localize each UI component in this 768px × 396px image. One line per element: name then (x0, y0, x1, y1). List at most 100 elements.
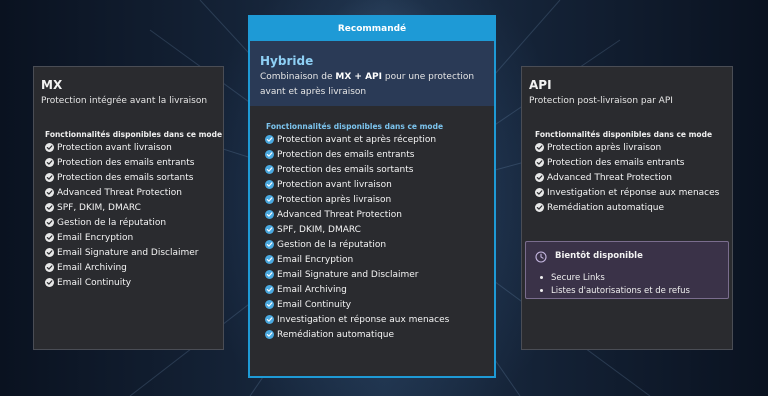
feature-label: Protection des emails entrants (277, 149, 415, 160)
feature-label: SPF, DKIM, DMARC (57, 202, 141, 213)
feature-item: Protection des emails entrants (45, 155, 199, 170)
check-circle-icon (45, 173, 54, 182)
check-circle-icon (535, 143, 544, 152)
feature-item: Protection après livraison (265, 192, 449, 207)
feature-item: Protection après livraison (535, 140, 719, 155)
check-circle-icon (265, 285, 274, 294)
feature-label: Email Continuity (277, 299, 352, 310)
feature-item: Protection avant livraison (45, 140, 199, 155)
feature-label: Email Signature and Disclaimer (57, 247, 199, 258)
feature-label: Protection après livraison (547, 142, 662, 153)
check-circle-icon (265, 180, 274, 189)
recommended-badge: Recommandé (250, 17, 494, 41)
feature-label: Investigation et réponse aux menaces (547, 187, 720, 198)
plan-subtitle: Protection post-livraison par API (529, 96, 673, 106)
feature-label: Email Encryption (277, 254, 354, 265)
feature-label: Protection des emails entrants (547, 157, 685, 168)
feature-label: Remédiation automatique (277, 329, 395, 340)
feature-item: Investigation et réponse aux menaces (535, 185, 719, 200)
feature-label: Email Archiving (57, 262, 127, 273)
plan-title: MX (41, 78, 63, 92)
feature-item: Remédiation automatique (535, 200, 719, 215)
feature-item: SPF, DKIM, DMARC (45, 200, 199, 215)
feature-item: Email Signature and Disclaimer (265, 267, 449, 282)
coming-soon-item: Secure Links (540, 271, 690, 284)
feature-label: Investigation et réponse aux menaces (277, 314, 450, 325)
check-circle-icon (45, 248, 54, 257)
feature-label: Gestion de la réputation (57, 217, 167, 228)
coming-soon-label: Secure Links (551, 272, 605, 283)
feature-item: Advanced Threat Protection (265, 207, 449, 222)
check-circle-icon (535, 203, 544, 212)
feature-item: Email Encryption (45, 230, 199, 245)
feature-label: Email Encryption (57, 232, 134, 243)
check-circle-icon (265, 240, 274, 249)
feature-label: Protection des emails sortants (277, 164, 414, 175)
feature-label: Protection des emails entrants (57, 157, 195, 168)
plan-card-hybrid[interactable]: Recommandé Hybride Combinaison de MX + A… (248, 15, 496, 378)
feature-item: Email Continuity (265, 297, 449, 312)
coming-soon-label: Listes d'autorisations et de refus (551, 285, 690, 296)
feature-item: Advanced Threat Protection (535, 170, 719, 185)
check-circle-icon (45, 203, 54, 212)
plan-subtitle: Combinaison de MX + API pour une protect… (260, 72, 475, 97)
check-circle-icon (265, 225, 274, 234)
bullet-icon (540, 289, 543, 292)
check-circle-icon (45, 263, 54, 272)
feature-item: Protection avant et après réception (265, 132, 449, 147)
feature-label: Remédiation automatique (547, 202, 665, 213)
coming-soon-panel: Bientôt disponible Secure Links Listes d'… (525, 241, 729, 299)
feature-item: Protection des emails sortants (265, 162, 449, 177)
feature-label: Email Signature and Disclaimer (277, 269, 419, 280)
check-circle-icon (45, 278, 54, 287)
check-circle-icon (45, 158, 54, 167)
feature-list: Protection avant et après réception Prote… (265, 132, 449, 342)
check-circle-icon (535, 173, 544, 182)
check-circle-icon (265, 150, 274, 159)
feature-item: Email Continuity (45, 275, 199, 290)
check-circle-icon (265, 165, 274, 174)
feature-label: Advanced Threat Protection (547, 172, 672, 183)
feature-item: Email Archiving (45, 260, 199, 275)
check-circle-icon (45, 188, 54, 197)
feature-item: Remédiation automatique (265, 327, 449, 342)
feature-label: Email Continuity (57, 277, 132, 288)
check-circle-icon (45, 218, 54, 227)
feature-item: Gestion de la réputation (265, 237, 449, 252)
feature-item: Email Archiving (265, 282, 449, 297)
features-heading: Fonctionnalités disponibles dans ce mode (266, 122, 444, 131)
check-circle-icon (45, 233, 54, 242)
feature-label: Protection des emails sortants (57, 172, 194, 183)
plan-subtitle: Protection intégrée avant la livraison (41, 96, 208, 106)
check-circle-icon (265, 255, 274, 264)
feature-item: Advanced Threat Protection (45, 185, 199, 200)
coming-soon-item: Listes d'autorisations et de refus (540, 284, 690, 297)
plan-card-api[interactable]: API Protection post-livraison par API Fo… (521, 66, 733, 350)
feature-label: Protection après livraison (277, 194, 392, 205)
feature-item: Protection des emails entrants (535, 155, 719, 170)
feature-item: Protection des emails entrants (265, 147, 449, 162)
feature-label: Gestion de la réputation (277, 239, 387, 250)
feature-item: Protection des emails sortants (45, 170, 199, 185)
feature-item: Email Encryption (265, 252, 449, 267)
features-heading: Fonctionnalités disponibles dans ce mode (535, 130, 713, 139)
feature-item: Protection avant livraison (265, 177, 449, 192)
bullet-icon (540, 276, 543, 279)
feature-item: SPF, DKIM, DMARC (265, 222, 449, 237)
check-circle-icon (265, 330, 274, 339)
plan-title: Hybride (260, 54, 314, 68)
plan-card-mx[interactable]: MX Protection intégrée avant la livraiso… (33, 66, 224, 350)
feature-label: Advanced Threat Protection (57, 187, 182, 198)
feature-label: Advanced Threat Protection (277, 209, 402, 220)
check-circle-icon (265, 300, 274, 309)
coming-soon-list: Secure Links Listes d'autorisations et de… (540, 271, 690, 297)
feature-list: Protection après livraison Protection des… (535, 140, 719, 215)
feature-label: Email Archiving (277, 284, 347, 295)
check-circle-icon (535, 158, 544, 167)
feature-item: Gestion de la réputation (45, 215, 199, 230)
feature-item: Investigation et réponse aux menaces (265, 312, 449, 327)
check-circle-icon (265, 315, 274, 324)
feature-list: Protection avant livraison Protection des… (45, 140, 199, 290)
check-circle-icon (45, 143, 54, 152)
check-circle-icon (265, 195, 274, 204)
